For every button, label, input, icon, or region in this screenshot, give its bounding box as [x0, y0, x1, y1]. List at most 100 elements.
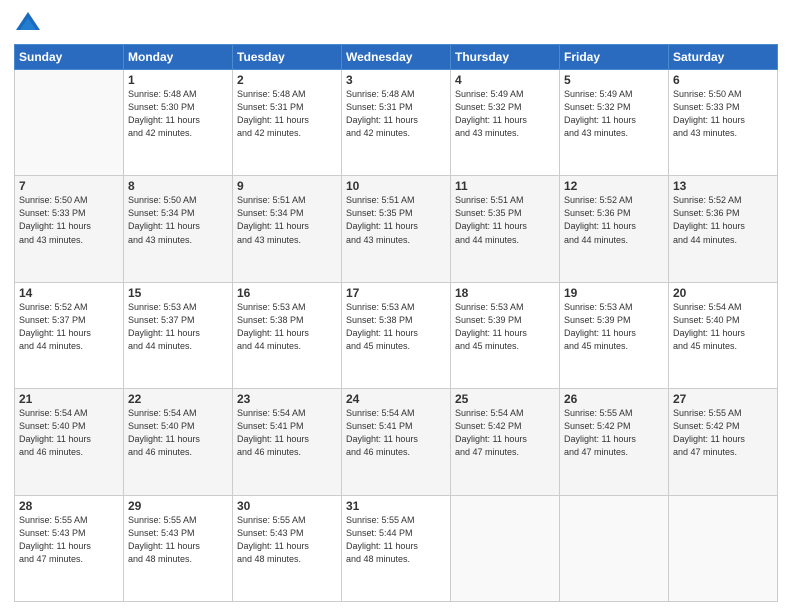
day-info: Sunrise: 5:55 AM Sunset: 5:43 PM Dayligh…	[19, 514, 119, 566]
day-cell	[560, 495, 669, 601]
day-cell: 20Sunrise: 5:54 AM Sunset: 5:40 PM Dayli…	[669, 282, 778, 388]
day-number: 20	[673, 286, 773, 300]
day-number: 31	[346, 499, 446, 513]
day-number: 3	[346, 73, 446, 87]
day-cell: 30Sunrise: 5:55 AM Sunset: 5:43 PM Dayli…	[233, 495, 342, 601]
day-info: Sunrise: 5:55 AM Sunset: 5:42 PM Dayligh…	[564, 407, 664, 459]
day-info: Sunrise: 5:51 AM Sunset: 5:34 PM Dayligh…	[237, 194, 337, 246]
day-info: Sunrise: 5:50 AM Sunset: 5:34 PM Dayligh…	[128, 194, 228, 246]
logo-icon	[14, 10, 42, 38]
day-cell: 2Sunrise: 5:48 AM Sunset: 5:31 PM Daylig…	[233, 70, 342, 176]
day-cell: 4Sunrise: 5:49 AM Sunset: 5:32 PM Daylig…	[451, 70, 560, 176]
week-row-3: 21Sunrise: 5:54 AM Sunset: 5:40 PM Dayli…	[15, 389, 778, 495]
day-cell	[15, 70, 124, 176]
day-info: Sunrise: 5:49 AM Sunset: 5:32 PM Dayligh…	[564, 88, 664, 140]
day-number: 7	[19, 179, 119, 193]
day-number: 27	[673, 392, 773, 406]
day-cell: 18Sunrise: 5:53 AM Sunset: 5:39 PM Dayli…	[451, 282, 560, 388]
page: SundayMondayTuesdayWednesdayThursdayFrid…	[0, 0, 792, 612]
day-cell: 23Sunrise: 5:54 AM Sunset: 5:41 PM Dayli…	[233, 389, 342, 495]
day-cell: 7Sunrise: 5:50 AM Sunset: 5:33 PM Daylig…	[15, 176, 124, 282]
col-header-friday: Friday	[560, 45, 669, 70]
day-info: Sunrise: 5:53 AM Sunset: 5:39 PM Dayligh…	[455, 301, 555, 353]
day-info: Sunrise: 5:53 AM Sunset: 5:39 PM Dayligh…	[564, 301, 664, 353]
day-cell: 16Sunrise: 5:53 AM Sunset: 5:38 PM Dayli…	[233, 282, 342, 388]
day-cell: 9Sunrise: 5:51 AM Sunset: 5:34 PM Daylig…	[233, 176, 342, 282]
day-cell: 25Sunrise: 5:54 AM Sunset: 5:42 PM Dayli…	[451, 389, 560, 495]
day-number: 15	[128, 286, 228, 300]
week-row-1: 7Sunrise: 5:50 AM Sunset: 5:33 PM Daylig…	[15, 176, 778, 282]
day-cell: 29Sunrise: 5:55 AM Sunset: 5:43 PM Dayli…	[124, 495, 233, 601]
day-cell: 5Sunrise: 5:49 AM Sunset: 5:32 PM Daylig…	[560, 70, 669, 176]
day-info: Sunrise: 5:52 AM Sunset: 5:36 PM Dayligh…	[673, 194, 773, 246]
day-info: Sunrise: 5:54 AM Sunset: 5:40 PM Dayligh…	[19, 407, 119, 459]
day-number: 11	[455, 179, 555, 193]
day-cell: 26Sunrise: 5:55 AM Sunset: 5:42 PM Dayli…	[560, 389, 669, 495]
day-cell: 21Sunrise: 5:54 AM Sunset: 5:40 PM Dayli…	[15, 389, 124, 495]
week-row-4: 28Sunrise: 5:55 AM Sunset: 5:43 PM Dayli…	[15, 495, 778, 601]
day-number: 6	[673, 73, 773, 87]
day-number: 24	[346, 392, 446, 406]
day-cell: 12Sunrise: 5:52 AM Sunset: 5:36 PM Dayli…	[560, 176, 669, 282]
day-cell: 8Sunrise: 5:50 AM Sunset: 5:34 PM Daylig…	[124, 176, 233, 282]
day-number: 21	[19, 392, 119, 406]
day-number: 9	[237, 179, 337, 193]
calendar-table: SundayMondayTuesdayWednesdayThursdayFrid…	[14, 44, 778, 602]
day-cell	[451, 495, 560, 601]
day-number: 2	[237, 73, 337, 87]
day-info: Sunrise: 5:54 AM Sunset: 5:40 PM Dayligh…	[673, 301, 773, 353]
day-info: Sunrise: 5:55 AM Sunset: 5:42 PM Dayligh…	[673, 407, 773, 459]
day-cell: 1Sunrise: 5:48 AM Sunset: 5:30 PM Daylig…	[124, 70, 233, 176]
day-number: 13	[673, 179, 773, 193]
day-cell: 15Sunrise: 5:53 AM Sunset: 5:37 PM Dayli…	[124, 282, 233, 388]
day-info: Sunrise: 5:49 AM Sunset: 5:32 PM Dayligh…	[455, 88, 555, 140]
day-info: Sunrise: 5:55 AM Sunset: 5:43 PM Dayligh…	[237, 514, 337, 566]
day-cell: 11Sunrise: 5:51 AM Sunset: 5:35 PM Dayli…	[451, 176, 560, 282]
day-info: Sunrise: 5:54 AM Sunset: 5:41 PM Dayligh…	[237, 407, 337, 459]
day-number: 17	[346, 286, 446, 300]
day-number: 23	[237, 392, 337, 406]
day-number: 14	[19, 286, 119, 300]
day-info: Sunrise: 5:50 AM Sunset: 5:33 PM Dayligh…	[673, 88, 773, 140]
day-cell: 22Sunrise: 5:54 AM Sunset: 5:40 PM Dayli…	[124, 389, 233, 495]
day-info: Sunrise: 5:51 AM Sunset: 5:35 PM Dayligh…	[346, 194, 446, 246]
day-number: 19	[564, 286, 664, 300]
day-number: 16	[237, 286, 337, 300]
day-cell: 28Sunrise: 5:55 AM Sunset: 5:43 PM Dayli…	[15, 495, 124, 601]
day-cell: 31Sunrise: 5:55 AM Sunset: 5:44 PM Dayli…	[342, 495, 451, 601]
day-info: Sunrise: 5:53 AM Sunset: 5:37 PM Dayligh…	[128, 301, 228, 353]
day-cell: 6Sunrise: 5:50 AM Sunset: 5:33 PM Daylig…	[669, 70, 778, 176]
day-info: Sunrise: 5:48 AM Sunset: 5:31 PM Dayligh…	[346, 88, 446, 140]
col-header-monday: Monday	[124, 45, 233, 70]
day-number: 8	[128, 179, 228, 193]
day-info: Sunrise: 5:52 AM Sunset: 5:36 PM Dayligh…	[564, 194, 664, 246]
week-row-2: 14Sunrise: 5:52 AM Sunset: 5:37 PM Dayli…	[15, 282, 778, 388]
day-number: 25	[455, 392, 555, 406]
week-row-0: 1Sunrise: 5:48 AM Sunset: 5:30 PM Daylig…	[15, 70, 778, 176]
day-cell: 3Sunrise: 5:48 AM Sunset: 5:31 PM Daylig…	[342, 70, 451, 176]
day-number: 28	[19, 499, 119, 513]
col-header-thursday: Thursday	[451, 45, 560, 70]
day-number: 4	[455, 73, 555, 87]
day-info: Sunrise: 5:54 AM Sunset: 5:41 PM Dayligh…	[346, 407, 446, 459]
col-header-wednesday: Wednesday	[342, 45, 451, 70]
day-number: 22	[128, 392, 228, 406]
logo	[14, 10, 46, 38]
day-number: 10	[346, 179, 446, 193]
day-info: Sunrise: 5:53 AM Sunset: 5:38 PM Dayligh…	[346, 301, 446, 353]
col-header-tuesday: Tuesday	[233, 45, 342, 70]
day-info: Sunrise: 5:52 AM Sunset: 5:37 PM Dayligh…	[19, 301, 119, 353]
day-info: Sunrise: 5:55 AM Sunset: 5:44 PM Dayligh…	[346, 514, 446, 566]
day-number: 5	[564, 73, 664, 87]
day-info: Sunrise: 5:48 AM Sunset: 5:30 PM Dayligh…	[128, 88, 228, 140]
day-info: Sunrise: 5:50 AM Sunset: 5:33 PM Dayligh…	[19, 194, 119, 246]
day-number: 12	[564, 179, 664, 193]
day-cell: 13Sunrise: 5:52 AM Sunset: 5:36 PM Dayli…	[669, 176, 778, 282]
day-cell: 24Sunrise: 5:54 AM Sunset: 5:41 PM Dayli…	[342, 389, 451, 495]
day-cell	[669, 495, 778, 601]
day-cell: 10Sunrise: 5:51 AM Sunset: 5:35 PM Dayli…	[342, 176, 451, 282]
day-info: Sunrise: 5:54 AM Sunset: 5:40 PM Dayligh…	[128, 407, 228, 459]
day-number: 18	[455, 286, 555, 300]
day-info: Sunrise: 5:48 AM Sunset: 5:31 PM Dayligh…	[237, 88, 337, 140]
header	[14, 10, 778, 38]
